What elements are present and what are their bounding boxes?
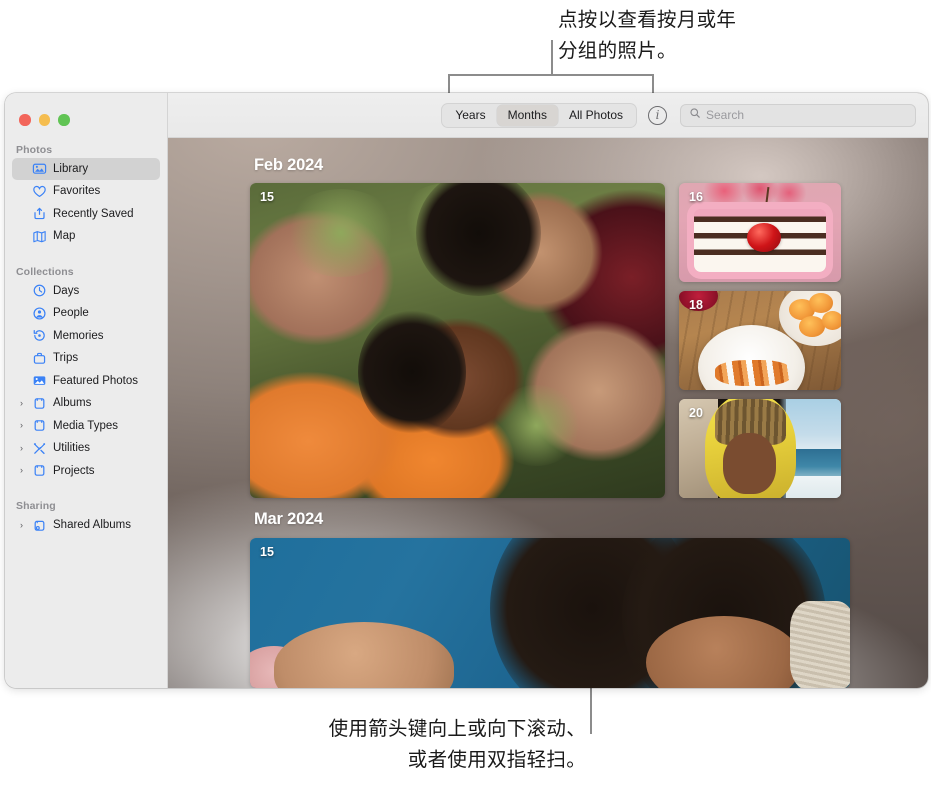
sidebar-item-label: Map — [53, 230, 76, 243]
chevron-right-icon[interactable]: › — [17, 443, 26, 453]
tray-arrow-up-icon — [32, 206, 47, 221]
sidebar-item-people[interactable]: › People — [12, 302, 160, 325]
sidebar-item-days[interactable]: › Days — [12, 280, 160, 303]
callout-bottom-text: 使用箭头键向上或向下滚动、 或者使用双指轻扫。 — [328, 717, 586, 771]
close-button[interactable] — [19, 114, 31, 126]
callout-top-bracket-bar — [448, 74, 654, 76]
sidebar-item-label: Utilities — [53, 442, 91, 455]
sidebar-item-albums[interactable]: › Albums — [12, 392, 160, 415]
sidebar-item-label: Featured Photos — [53, 374, 139, 387]
sidebar-group-photos: › Library › Favorites › — [5, 157, 167, 248]
tools-icon — [32, 441, 47, 456]
sidebar-item-recently-saved[interactable]: › Recently Saved — [12, 203, 160, 226]
sidebar-item-label: Days — [53, 284, 80, 297]
sidebar-item-label: Favorites — [53, 185, 101, 198]
search-input[interactable]: Search — [680, 103, 916, 127]
sidebar-item-media-types[interactable]: › Media Types — [12, 415, 160, 438]
photo-day-badge: 15 — [260, 545, 274, 559]
zoom-button[interactable] — [58, 114, 70, 126]
chevron-right-icon[interactable]: › — [17, 421, 26, 430]
photo-thumbnail[interactable]: 20 — [679, 399, 841, 498]
photo-thumbnail[interactable]: 18 — [679, 291, 841, 390]
sidebar-item-projects[interactable]: › Projects — [12, 460, 160, 483]
map-icon — [32, 229, 47, 244]
photo-day-badge: 15 — [260, 190, 274, 204]
sidebar-item-label: Library — [53, 162, 89, 175]
minimize-button[interactable] — [38, 114, 50, 126]
sidebar-item-label: Media Types — [53, 419, 118, 432]
sidebar-group-collections: › Days › People › — [5, 280, 167, 483]
sidebar-section-label-collections: Collections — [16, 265, 74, 278]
featured-photo-icon — [32, 373, 47, 388]
sidebar-item-library[interactable]: › Library — [12, 157, 160, 180]
month-header-feb-2024: Feb 2024 — [254, 156, 324, 174]
sidebar-item-map[interactable]: › Map — [12, 225, 160, 248]
sidebar-item-label: Albums — [53, 397, 92, 410]
sidebar-item-featured-photos[interactable]: › Featured Photos — [12, 370, 160, 393]
photo-image — [679, 183, 841, 282]
tab-years[interactable]: Years — [444, 105, 496, 126]
search-icon — [689, 106, 701, 124]
album-icon — [32, 396, 47, 411]
photo-image — [679, 399, 841, 498]
photo-thumbnail[interactable]: 15 — [250, 538, 850, 688]
sidebar-item-label: Recently Saved — [53, 207, 134, 220]
callout-top-text: 点按以查看按月或年 分组的照片。 — [558, 8, 737, 62]
tab-all-photos[interactable]: All Photos — [558, 105, 634, 126]
suitcase-icon — [32, 351, 47, 366]
photo-day-badge: 20 — [689, 406, 703, 420]
library-icon — [32, 161, 47, 176]
sidebar-item-label: Projects — [53, 464, 95, 477]
clock-icon — [32, 283, 47, 298]
photo-image — [250, 183, 665, 498]
photo-thumbnail[interactable]: 15 — [250, 183, 665, 498]
heart-icon — [32, 184, 47, 199]
month-header-mar-2024: Mar 2024 — [254, 510, 324, 528]
album-icon — [32, 463, 47, 478]
person-circle-icon — [32, 306, 47, 321]
sidebar-group-sharing: › Shared Albums — [5, 514, 167, 537]
sidebar-item-label: Trips — [53, 352, 79, 365]
photo-grid[interactable]: Feb 2024 15 16 18 20 Mar 2024 15 — [168, 138, 928, 688]
sidebar: Photos › Library › Favorites — [5, 93, 168, 688]
traffic-lights — [5, 100, 167, 126]
chevron-right-icon[interactable]: › — [17, 398, 26, 408]
sidebar-section-label-photos: Photos — [16, 143, 53, 156]
chevron-right-icon[interactable]: › — [17, 466, 26, 475]
photo-thumbnail[interactable]: 16 — [679, 183, 841, 282]
sidebar-item-shared-albums[interactable]: › Shared Albums — [12, 514, 160, 537]
photo-image — [250, 538, 850, 688]
memories-icon — [32, 328, 47, 343]
view-mode-segmented-control[interactable]: Years Months All Photos — [441, 102, 637, 128]
sidebar-section-label-sharing: Sharing — [16, 500, 56, 512]
album-icon — [32, 418, 47, 433]
photo-day-badge: 18 — [689, 298, 703, 312]
photo-image — [679, 291, 841, 390]
screenshot-root: 点按以查看按月或年 分组的照片。 使用箭头键向上或向下滚动、 或者使用双指轻扫。… — [0, 0, 931, 787]
content-area: Years Months All Photos i Search Feb 202… — [168, 93, 928, 688]
info-icon[interactable]: i — [648, 105, 667, 125]
search-placeholder: Search — [706, 108, 745, 122]
toolbar: Years Months All Photos i Search — [168, 93, 928, 138]
sidebar-item-label: Shared Albums — [53, 519, 131, 532]
sidebar-item-memories[interactable]: › Memories — [12, 325, 160, 348]
photo-day-badge: 16 — [689, 190, 703, 204]
sidebar-item-label: People — [53, 307, 89, 320]
sidebar-item-trips[interactable]: › Trips — [12, 347, 160, 370]
photos-window: Photos › Library › Favorites — [5, 93, 928, 688]
sidebar-item-label: Memories — [53, 329, 104, 342]
sidebar-item-utilities[interactable]: › Utilities — [12, 437, 160, 460]
shared-album-icon — [32, 518, 47, 533]
callout-top-leader-stem — [551, 40, 553, 75]
tab-months[interactable]: Months — [496, 104, 558, 126]
sidebar-item-favorites[interactable]: › Favorites — [12, 180, 160, 203]
chevron-right-icon[interactable]: › — [17, 520, 26, 530]
